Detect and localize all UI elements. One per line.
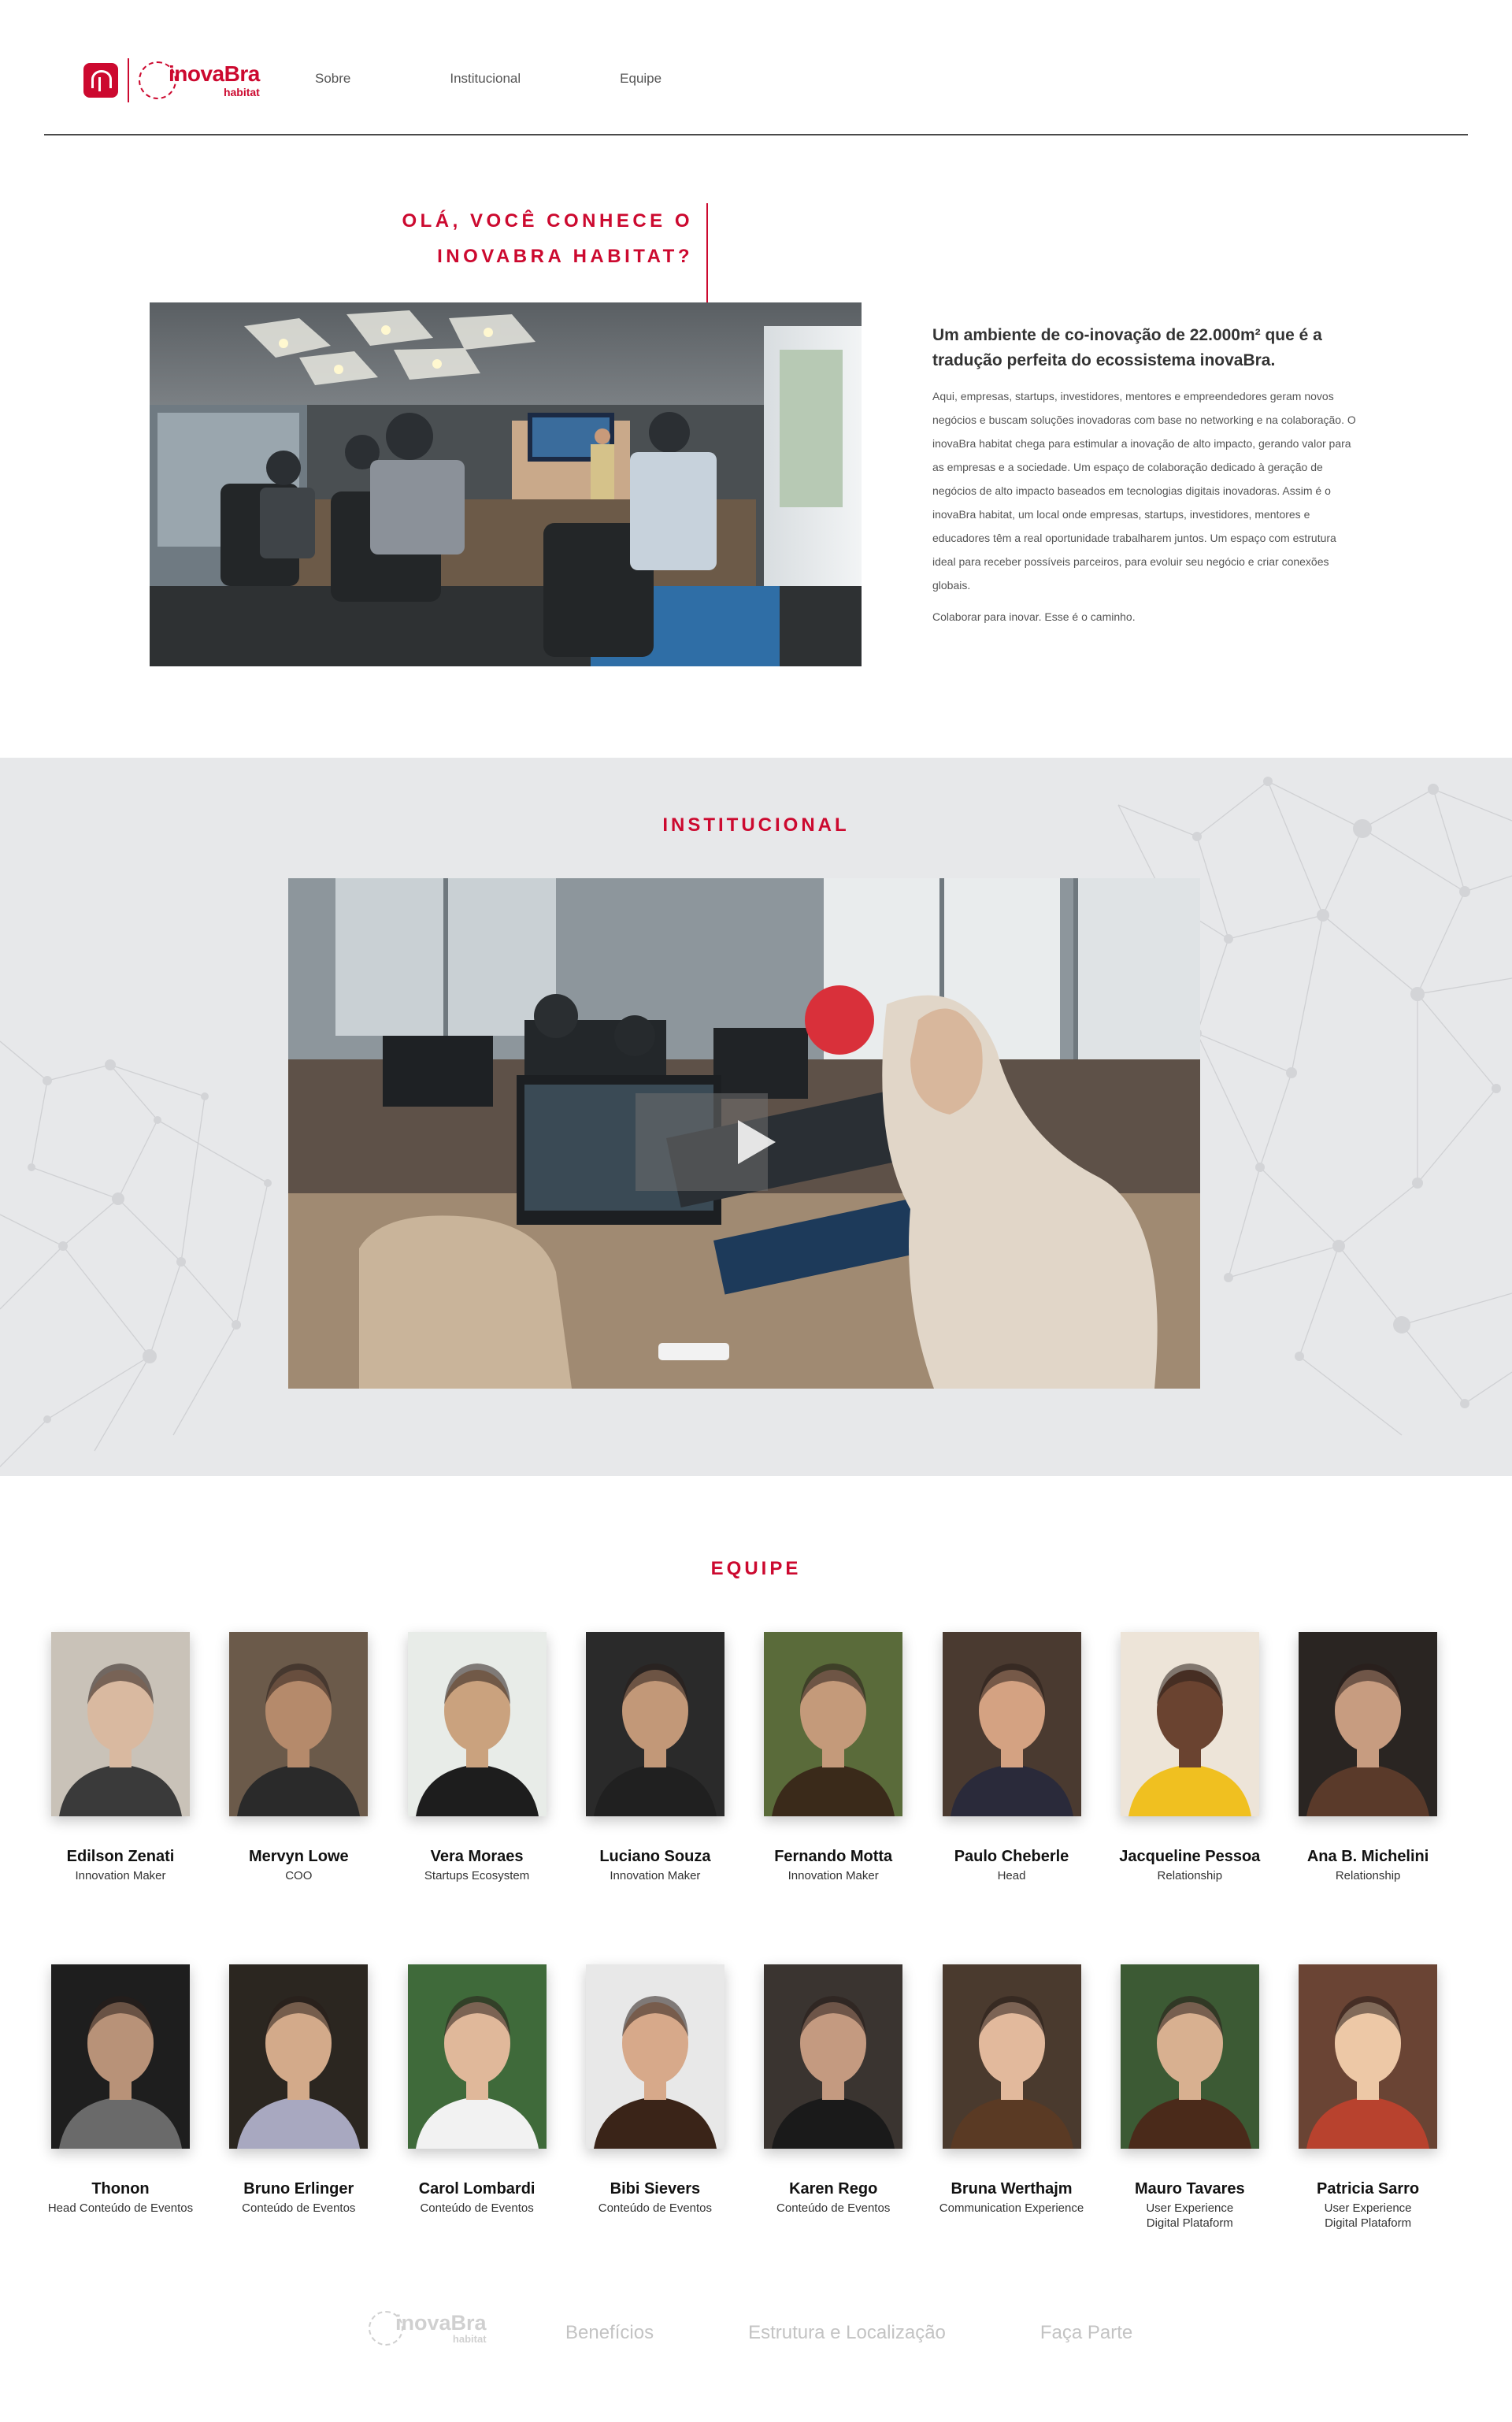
team-member-role: Head [997, 1869, 1026, 1882]
team-member-photo [407, 1632, 547, 1816]
institucional-video[interactable] [288, 878, 1200, 1389]
team-member-name: Fernando Motta [774, 1848, 893, 1865]
team-member-role: COO [285, 1869, 313, 1882]
team-member-card: Karen Rego Conteúdo de Eventos [744, 1964, 922, 2216]
team-member-card: Patricia Sarro User Experience Digital Pl… [1279, 1964, 1457, 2231]
equipe-title: EQUIPE [710, 1558, 802, 1579]
nav-equipe[interactable]: Equipe [620, 71, 662, 87]
intro-photo [150, 302, 862, 666]
team-member-name: Thonon [91, 2180, 150, 2198]
team-member-photo [229, 1964, 369, 2149]
video-play-button[interactable] [636, 1093, 776, 1191]
team-member-card: Ana B. Michelini Relationship [1279, 1632, 1457, 1883]
site-footer: inovaBra habitat Benefícios Estrutura e … [0, 2300, 1512, 2363]
team-member-photo [229, 1632, 369, 1816]
team-member-card: Bruno Erlinger Conteúdo de Eventos [209, 1964, 387, 2216]
team-member-role: Conteúdo de Eventos [776, 2201, 891, 2215]
team-member-name: Patricia Sarro [1317, 2180, 1420, 2198]
team-member-role: Communication Experience [939, 2201, 1084, 2215]
footer-link-estrutura[interactable]: Estrutura e Localização [748, 2322, 946, 2344]
brand-logo[interactable]: inovaBra habitat [83, 58, 260, 102]
site-header: inovaBra habitat Sobre Institucional Equ… [44, 0, 1468, 135]
team-member-card: Mauro Tavares User Experience Digital Pla… [1101, 1964, 1279, 2231]
team-member-name: Vera Moraes [430, 1848, 524, 1865]
team-member-role: User Experience Digital Plataform [1324, 2201, 1412, 2230]
team-member-role: Head Conteúdo de Eventos [47, 2201, 194, 2215]
team-member-role: Innovation Maker [610, 1869, 701, 1882]
intro-title-line2: INOVABRA HABITAT? [437, 246, 693, 267]
globe-icon [139, 61, 176, 99]
logo-subtext: habitat [223, 86, 260, 98]
intro-heading: Um ambiente de co-inovação de 22.000m² q… [932, 326, 1322, 369]
team-member-name: Edilson Zenati [66, 1848, 175, 1865]
team-member-photo [585, 1964, 724, 2149]
intro-title: OLÁ, VOCÊ CONHECE O INOVABRA HABITAT? [378, 203, 693, 274]
team-member-role: Conteúdo de Eventos [242, 2201, 356, 2215]
team-member-photo [1120, 1964, 1259, 2149]
team-member-name: Bruno Erlinger [243, 2180, 354, 2198]
team-member-role: Relationship [1335, 1869, 1401, 1882]
team-member-name: Carol Lombardi [418, 2180, 536, 2198]
team-member-name: Bibi Sievers [610, 2180, 701, 2198]
footer-link-beneficios[interactable]: Benefícios [565, 2322, 654, 2344]
footer-logo[interactable]: inovaBra habitat [369, 2311, 487, 2346]
team-member-role: Conteúdo de Eventos [420, 2201, 534, 2215]
team-member-card: Luciano Souza Innovation Maker [566, 1632, 744, 1883]
team-member-photo [51, 1964, 190, 2149]
team-member-photo [764, 1964, 903, 2149]
institucional-section: INSTITUCIONAL [0, 758, 1512, 1476]
team-member-photo [51, 1632, 190, 1816]
team-member-name: Luciano Souza [599, 1848, 711, 1865]
logo-wordmark: inovaBra habitat [169, 63, 260, 98]
team-member-card: Jacqueline Pessoa Relationship [1101, 1632, 1279, 1883]
intro-copy: Um ambiente de co-inovação de 22.000m² q… [932, 323, 1358, 629]
team-member-role: User Experience Digital Plataform [1146, 2201, 1234, 2230]
team-member-name: Karen Rego [789, 2180, 878, 2198]
team-member-photo [764, 1632, 903, 1816]
team-member-role: Innovation Maker [75, 1869, 166, 1882]
logo-text: inovaBra [169, 61, 260, 86]
team-member-photo [942, 1632, 1081, 1816]
team-member-card: Bibi Sievers Conteúdo de Eventos [566, 1964, 744, 2216]
team-member-card: Mervyn Lowe COO [209, 1632, 387, 1883]
team-member-card: Vera Moraes Startups Ecosystem [388, 1632, 566, 1883]
team-member-name: Mauro Tavares [1134, 2180, 1245, 2198]
team-member-role: Relationship [1157, 1869, 1223, 1882]
team-member-role: Innovation Maker [788, 1869, 879, 1882]
intro-title-line1: OLÁ, VOCÊ CONHECE O [402, 210, 693, 232]
footer-nav: Benefícios Estrutura e Localização Faça … [565, 2322, 1227, 2344]
team-member-card: Thonon Head Conteúdo de Eventos [32, 1964, 209, 2216]
team-member-name: Jacqueline Pessoa [1119, 1848, 1261, 1865]
team-member-name: Bruna Werthajm [951, 2180, 1073, 2198]
institucional-title: INSTITUCIONAL [662, 814, 850, 836]
team-member-card: Bruna Werthajm Communication Experience [923, 1964, 1101, 2216]
team-member-photo [1299, 1632, 1438, 1816]
nav-sobre[interactable]: Sobre [315, 71, 350, 87]
team-member-card: Paulo Cheberle Head [923, 1632, 1101, 1883]
team-member-name: Ana B. Michelini [1306, 1848, 1429, 1865]
team-member-card: Carol Lombardi Conteúdo de Eventos [388, 1964, 566, 2216]
team-member-role: Conteúdo de Eventos [598, 2201, 713, 2215]
nav-institucional[interactable]: Institucional [450, 71, 521, 87]
footer-logo-text: inovaBra [395, 2311, 487, 2335]
team-member-card: Fernando Motta Innovation Maker [744, 1632, 922, 1883]
team-member-photo [942, 1964, 1081, 2149]
footer-wordmark: inovaBra habitat [395, 2311, 487, 2345]
logo-divider [128, 58, 129, 102]
team-member-role: Startups Ecosystem [424, 1869, 530, 1882]
team-member-photo [1120, 1632, 1259, 1816]
main-nav: Sobre Institucional Equipe [315, 71, 761, 87]
team-member-photo [1299, 1964, 1438, 2149]
intro-body: Aqui, empresas, startups, investidores, … [932, 390, 1356, 592]
bradesco-logo-icon [83, 63, 118, 98]
team-member-card: Edilson Zenati Innovation Maker [32, 1632, 209, 1883]
footer-link-faca-parte[interactable]: Faça Parte [1040, 2322, 1132, 2344]
intro-closing: Colaborar para inovar. Esse é o caminho. [932, 610, 1136, 623]
team-member-photo [407, 1964, 547, 2149]
team-member-photo [585, 1632, 724, 1816]
play-icon [738, 1120, 776, 1164]
team-member-name: Mervyn Lowe [248, 1848, 349, 1865]
team-member-name: Paulo Cheberle [954, 1848, 1069, 1865]
footer-logo-subtext: habitat [452, 2333, 487, 2345]
